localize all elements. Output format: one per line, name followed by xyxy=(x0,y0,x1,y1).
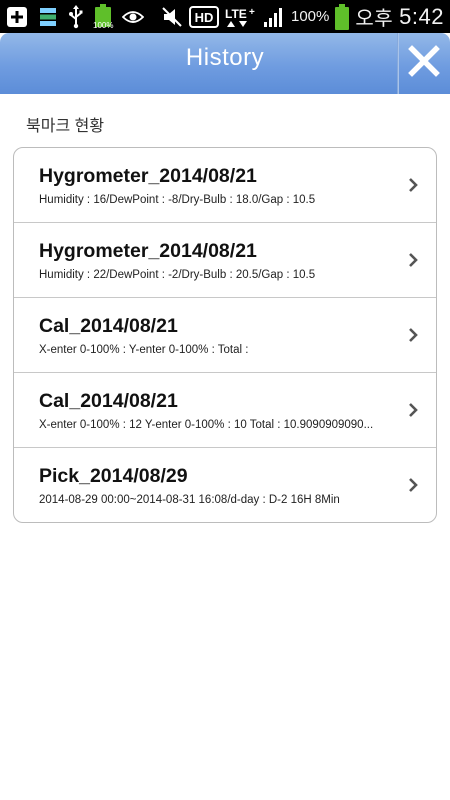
lte-icon: LTE + xyxy=(225,6,257,28)
page-title: History xyxy=(185,44,265,71)
status-bar-notifications: 100% xyxy=(6,3,144,30)
mute-icon xyxy=(161,6,183,28)
item-subtitle: X-enter 0-100% : 12 Y-enter 0-100% : 10 … xyxy=(39,419,374,431)
header-bar: History xyxy=(0,33,450,94)
item-subtitle: 2014-08-29 00:00~2014-08-31 16:08/d-day … xyxy=(39,494,340,506)
svg-text:+: + xyxy=(249,7,255,18)
usb-icon xyxy=(68,4,84,29)
eye-icon xyxy=(122,9,144,25)
battery-percent: 100% xyxy=(290,8,330,25)
list-item[interactable]: Hygrometer_2014/08/21 Humidity : 22/DewP… xyxy=(14,223,436,298)
item-title: Hygrometer_2014/08/21 xyxy=(39,165,257,187)
list-item[interactable]: Pick_2014/08/29 2014-08-29 00:00~2014-08… xyxy=(14,448,436,522)
item-title: Cal_2014/08/21 xyxy=(39,390,178,412)
section-label: 북마크 현황 xyxy=(26,118,105,135)
chevron-right-icon xyxy=(409,178,418,192)
list-item[interactable]: Cal_2014/08/21 X-enter 0-100% : Y-enter … xyxy=(14,298,436,373)
battery-notification-icon: 100% xyxy=(93,3,114,30)
status-bar-system: HD LTE + 100% 오후 5:42 xyxy=(161,2,444,31)
status-bar: 100% HD LTE + 100% 오후 5:42 xyxy=(0,0,450,33)
status-ampm: 오후 xyxy=(355,8,394,30)
status-time: 5:42 xyxy=(399,3,444,29)
add-notification-icon xyxy=(6,6,28,28)
battery-notification-label: 100% xyxy=(93,20,114,30)
gallery-icon xyxy=(38,6,58,28)
item-title: Pick_2014/08/29 xyxy=(39,465,188,487)
battery-icon xyxy=(335,3,350,30)
close-button[interactable] xyxy=(397,33,450,94)
chevron-right-icon xyxy=(409,253,418,267)
list-item[interactable]: Cal_2014/08/21 X-enter 0-100% : 12 Y-ent… xyxy=(14,373,436,448)
item-title: Cal_2014/08/21 xyxy=(39,315,178,337)
hd-icon: HD xyxy=(188,5,219,28)
item-subtitle: Humidity : 22/DewPoint : -2/Dry-Bulb : 2… xyxy=(39,269,316,281)
chevron-right-icon xyxy=(409,328,418,342)
chevron-right-icon xyxy=(409,403,418,417)
item-subtitle: Humidity : 16/DewPoint : -8/Dry-Bulb : 1… xyxy=(39,194,316,206)
chevron-right-icon xyxy=(409,478,418,492)
lte-label: LTE xyxy=(225,7,247,21)
history-list: Hygrometer_2014/08/21 Humidity : 16/DewP… xyxy=(13,147,437,523)
list-item[interactable]: Hygrometer_2014/08/21 Humidity : 16/DewP… xyxy=(14,148,436,223)
item-subtitle: X-enter 0-100% : Y-enter 0-100% : Total … xyxy=(39,344,249,356)
item-title: Hygrometer_2014/08/21 xyxy=(39,240,257,262)
hd-label: HD xyxy=(195,10,214,25)
close-icon xyxy=(408,45,440,82)
signal-icon xyxy=(263,6,285,28)
